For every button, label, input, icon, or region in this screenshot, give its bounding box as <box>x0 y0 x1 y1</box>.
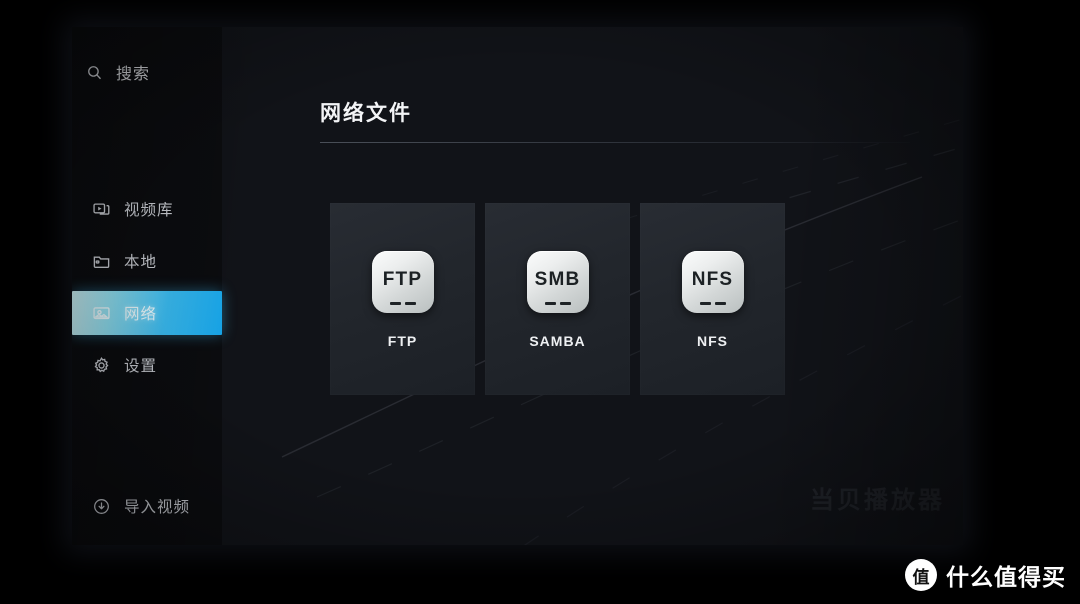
smb-tile-icon: SMB <box>526 251 589 313</box>
import-download-icon <box>92 497 111 516</box>
gear-icon <box>92 356 111 375</box>
card-caption: SAMBA <box>529 333 586 349</box>
card-samba[interactable]: SMB SAMBA <box>485 203 630 395</box>
sidebar-item-network[interactable]: 网络 <box>72 291 222 335</box>
main-panel: 网络文件 FTP FTP SMB SAMBA NFS NFS 当贝播放器 <box>222 27 963 545</box>
card-nfs[interactable]: NFS NFS <box>640 203 785 395</box>
sidebar-item-label: 设置 <box>124 358 158 375</box>
card-caption: NFS <box>697 333 728 349</box>
smzdm-label: 什么值得买 <box>946 564 1066 590</box>
import-video-label: 导入视频 <box>124 499 191 516</box>
title-divider <box>320 142 910 143</box>
sidebar-item-label: 视频库 <box>124 202 174 219</box>
sidebar-item-label: 网络 <box>124 306 158 323</box>
app-watermark: 当贝播放器 <box>810 487 945 514</box>
screenshot-root: 搜索 视频库 本地 网络 设置 导入视频 网络文件 FTP FTP SMB SA… <box>0 0 1080 604</box>
card-ftp[interactable]: FTP FTP <box>330 203 475 395</box>
tile-base-dashes <box>544 302 571 305</box>
sidebar-item-settings[interactable]: 设置 <box>72 343 222 387</box>
sidebar: 搜索 视频库 本地 网络 设置 导入视频 <box>72 27 222 545</box>
smzdm-watermark: 值 什么值得买 <box>905 558 1066 592</box>
sidebar-nav: 视频库 本地 网络 设置 <box>72 187 222 395</box>
tile-abbr: SMB <box>534 268 581 290</box>
video-library-icon <box>92 200 111 219</box>
tile-abbr: NFS <box>691 268 734 290</box>
search-icon <box>86 64 103 81</box>
sidebar-item-local[interactable]: 本地 <box>72 239 222 283</box>
network-screen-icon <box>92 304 111 323</box>
ftp-tile-icon: FTP <box>371 251 434 313</box>
card-caption: FTP <box>387 333 418 349</box>
network-protocol-card-grid: FTP FTP SMB SAMBA NFS NFS <box>330 203 785 395</box>
page-title: 网络文件 <box>320 102 412 125</box>
sidebar-item-label: 本地 <box>124 254 158 271</box>
tile-base-dashes <box>389 302 416 305</box>
sidebar-item-video-library[interactable]: 视频库 <box>72 187 222 231</box>
folder-icon <box>92 252 111 271</box>
tile-abbr: FTP <box>382 268 423 290</box>
smzdm-logo-icon: 值 <box>905 559 937 591</box>
search-label: 搜索 <box>116 66 151 83</box>
search-entry[interactable]: 搜索 <box>86 60 150 84</box>
nfs-tile-icon: NFS <box>681 251 744 313</box>
projected-screen: 搜索 视频库 本地 网络 设置 导入视频 网络文件 FTP FTP SMB SA… <box>72 27 963 545</box>
import-video-entry[interactable]: 导入视频 <box>92 495 190 517</box>
tile-base-dashes <box>699 302 726 305</box>
